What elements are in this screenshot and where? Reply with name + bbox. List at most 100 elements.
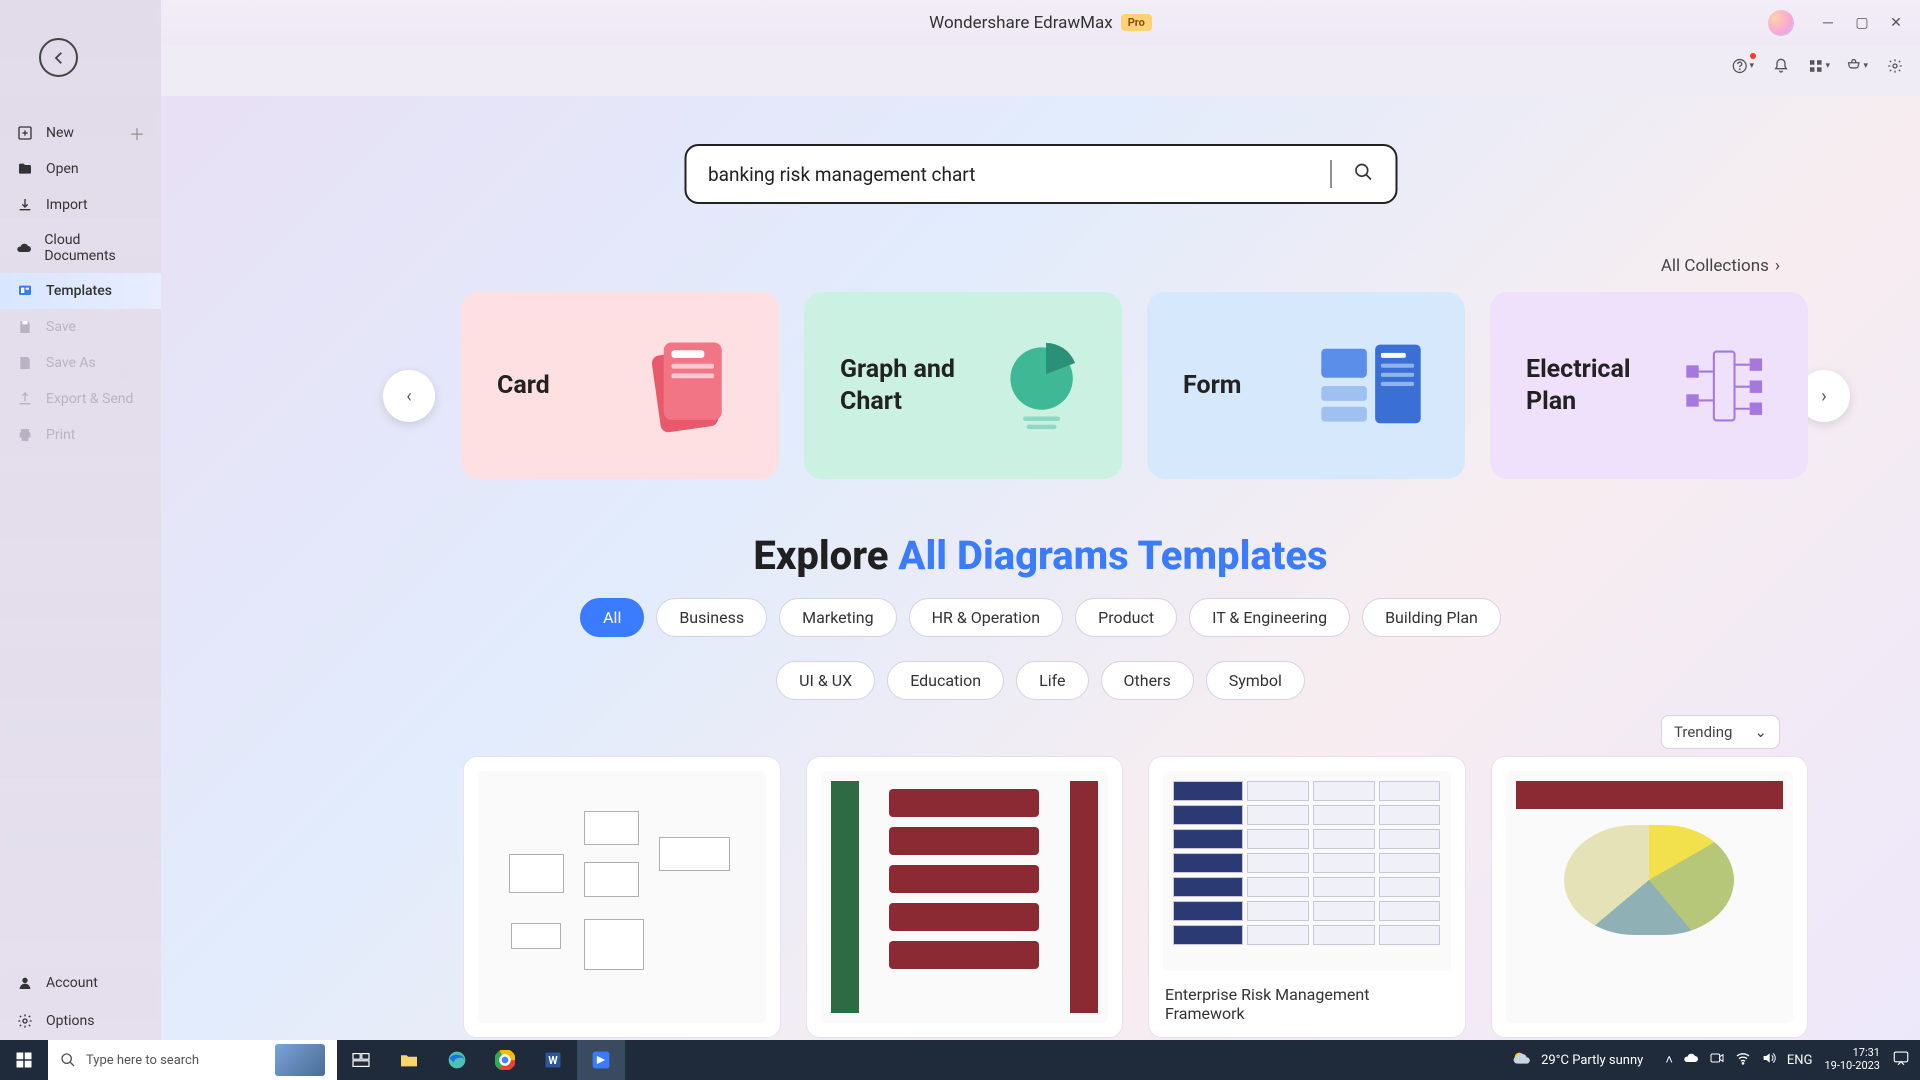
plus-square-icon <box>16 124 34 142</box>
avatar[interactable] <box>1768 10 1794 36</box>
notification-dot <box>1750 53 1756 59</box>
add-new-icon[interactable]: ＋ <box>129 121 145 145</box>
sidebar-item-templates[interactable]: Templates <box>0 273 161 309</box>
file-explorer-button[interactable] <box>385 1040 433 1080</box>
tray-lang[interactable]: ENG <box>1787 1053 1813 1068</box>
account-icon <box>16 974 34 992</box>
sidebar-item-options[interactable]: Options <box>0 1002 161 1040</box>
templates-icon <box>16 282 34 300</box>
pill-symbol[interactable]: Symbol <box>1206 661 1305 700</box>
print-icon <box>16 426 34 444</box>
category-prev-button[interactable]: ‹ <box>383 370 435 422</box>
sidebar-item-account[interactable]: Account <box>0 964 161 1002</box>
taskbar-weather[interactable]: 29°C Partly sunny <box>1511 1049 1643 1071</box>
pill-uiux[interactable]: UI & UX <box>776 661 875 700</box>
taskbar-search[interactable]: Type here to search <box>48 1040 337 1080</box>
tray-notifications-icon[interactable] <box>1892 1049 1910 1071</box>
tray-meet-icon[interactable] <box>1709 1050 1725 1070</box>
search-bar[interactable] <box>684 144 1397 204</box>
template-card[interactable] <box>463 756 781 1038</box>
gear-icon <box>16 1012 34 1030</box>
system-tray: ˄ ENG <box>1665 1050 1812 1070</box>
clock-date: 19-10-2023 <box>1824 1060 1880 1073</box>
start-button[interactable] <box>0 1040 48 1080</box>
task-view-button[interactable] <box>337 1040 385 1080</box>
tray-volume-icon[interactable] <box>1761 1050 1777 1070</box>
sidebar-item-label: Templates <box>46 283 112 299</box>
bell-icon[interactable] <box>1770 55 1792 77</box>
sidebar-bottom: Account Options <box>0 964 161 1040</box>
text-cursor <box>1330 160 1331 188</box>
category-title: Card <box>497 370 550 401</box>
sidebar-item-open[interactable]: Open <box>0 151 161 187</box>
form-icon <box>1313 323 1429 449</box>
category-electrical[interactable]: Electrical Plan <box>1490 292 1808 479</box>
pro-badge: Pro <box>1121 14 1152 31</box>
gear-icon[interactable] <box>1884 55 1906 77</box>
pill-marketing[interactable]: Marketing <box>779 598 896 637</box>
category-form[interactable]: Form <box>1147 292 1465 479</box>
chrome-button[interactable] <box>481 1040 529 1080</box>
pie-chart-icon <box>997 323 1086 449</box>
category-title: Graph and Chart <box>840 354 981 417</box>
search-button[interactable] <box>1353 162 1373 186</box>
chevron-right-icon: › <box>1775 256 1780 276</box>
cloud-icon <box>16 239 32 257</box>
all-collections-link[interactable]: All Collections › <box>1661 256 1780 276</box>
sort-dropdown[interactable]: Trending ⌄ <box>1661 715 1780 749</box>
card-stack-icon <box>627 323 743 449</box>
template-preview <box>1163 771 1451 971</box>
tray-onedrive-icon[interactable] <box>1683 1050 1699 1070</box>
pill-education[interactable]: Education <box>887 661 1004 700</box>
template-card[interactable]: Enterprise Risk Management Framework <box>1148 756 1466 1038</box>
sidebar-item-export[interactable]: Export & Send <box>0 381 161 417</box>
explore-highlight: All Diagrams Templates <box>898 532 1327 579</box>
template-preview <box>478 771 766 1023</box>
sidebar-item-save[interactable]: Save <box>0 309 161 345</box>
pill-business[interactable]: Business <box>656 598 767 637</box>
save-icon <box>16 318 34 336</box>
sidebar-item-label: Export & Send <box>46 391 133 407</box>
pill-life[interactable]: Life <box>1016 661 1088 700</box>
edrawmax-button[interactable] <box>577 1040 625 1080</box>
all-collections-label: All Collections <box>1661 256 1769 276</box>
minimize-button[interactable]: ─ <box>1818 13 1838 33</box>
search-input[interactable] <box>708 163 1316 186</box>
template-preview <box>821 771 1109 1023</box>
maximize-button[interactable]: ▢ <box>1852 13 1872 33</box>
sidebar-item-import[interactable]: Import <box>0 187 161 223</box>
shop-icon[interactable]: ▾ <box>1846 55 1868 77</box>
taskbar-search-placeholder: Type here to search <box>86 1053 199 1068</box>
sidebar-item-new[interactable]: New ＋ <box>0 115 161 151</box>
sidebar-item-cloud[interactable]: Cloud Documents <box>0 223 161 273</box>
help-icon[interactable]: ▾ <box>1732 55 1754 77</box>
category-graph[interactable]: Graph and Chart <box>804 292 1122 479</box>
tray-chevron-icon[interactable]: ˄ <box>1665 1052 1673 1068</box>
pill-product[interactable]: Product <box>1075 598 1177 637</box>
template-card[interactable] <box>1491 756 1809 1038</box>
pill-all[interactable]: All <box>580 598 644 637</box>
pill-others[interactable]: Others <box>1101 661 1194 700</box>
apps-icon[interactable]: ▾ <box>1808 55 1830 77</box>
category-card[interactable]: Card <box>461 292 779 479</box>
template-preview <box>1506 771 1794 1023</box>
back-button[interactable] <box>39 38 78 77</box>
pill-hr[interactable]: HR & Operation <box>909 598 1064 637</box>
taskbar: Type here to search W 29°C Partly sunny … <box>0 1040 1920 1080</box>
edge-button[interactable] <box>433 1040 481 1080</box>
sidebar-item-label: Import <box>46 197 88 213</box>
pill-building[interactable]: Building Plan <box>1362 598 1501 637</box>
word-button[interactable]: W <box>529 1040 577 1080</box>
sidebar-item-label: Print <box>46 427 75 443</box>
sidebar-item-print[interactable]: Print <box>0 417 161 453</box>
sidebar-item-label: Save <box>46 319 76 335</box>
pill-it[interactable]: IT & Engineering <box>1189 598 1350 637</box>
title-bar: Wondershare EdrawMax Pro <box>161 0 1920 45</box>
template-card[interactable] <box>806 756 1124 1038</box>
import-icon <box>16 196 34 214</box>
sidebar-item-saveas[interactable]: Save As <box>0 345 161 381</box>
tray-wifi-icon[interactable] <box>1735 1050 1751 1070</box>
taskbar-clock[interactable]: 17:31 19-10-2023 <box>1824 1047 1880 1072</box>
category-title: Electrical Plan <box>1526 354 1660 417</box>
close-button[interactable]: ✕ <box>1886 13 1906 33</box>
